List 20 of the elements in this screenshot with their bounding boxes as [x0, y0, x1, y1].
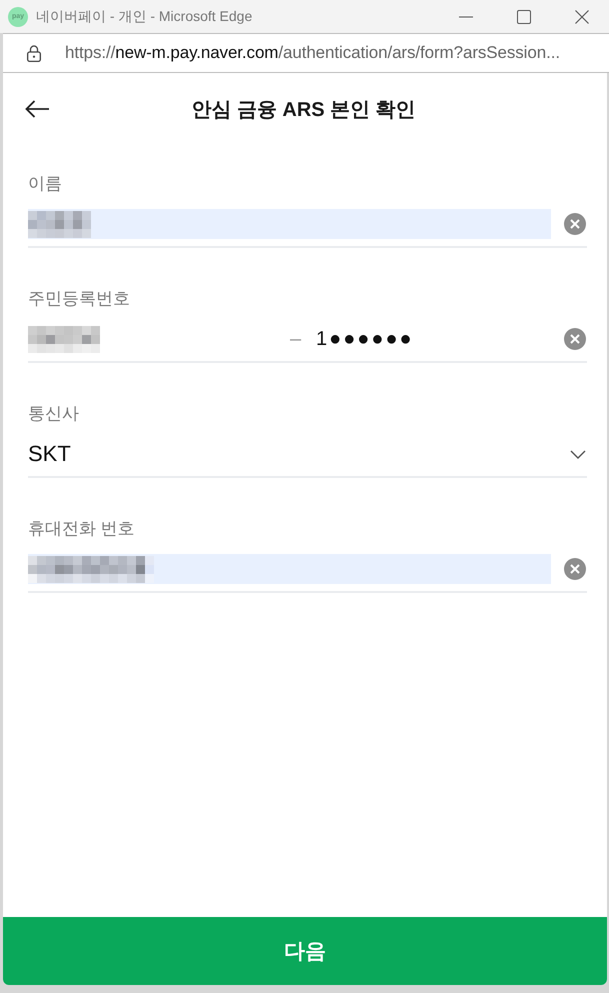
clear-icon[interactable] — [564, 558, 586, 580]
field-label: 통신사 — [28, 403, 79, 425]
input-field[interactable] — [28, 554, 551, 584]
close-icon[interactable] — [575, 10, 589, 24]
dash-separator: – — [290, 328, 302, 350]
carrier-select[interactable]: SKT — [28, 439, 587, 469]
page-title: 안심 금융 ARS 본인 확인 — [191, 98, 416, 123]
field-label: 이름 — [28, 173, 62, 195]
clear-icon[interactable] — [564, 328, 586, 350]
lock-icon[interactable] — [27, 44, 41, 62]
input-field[interactable] — [28, 209, 551, 239]
maximize-icon[interactable] — [517, 10, 531, 24]
field-label: 휴대전화 번호 — [28, 518, 135, 540]
back-arrow-icon[interactable] — [25, 100, 50, 118]
masked-digits[interactable]: 1●●●●●● — [316, 328, 414, 350]
field-label: 주민등록번호 — [28, 288, 130, 310]
minimize-icon[interactable] — [459, 16, 473, 18]
clear-icon[interactable] — [564, 213, 586, 235]
window-title: 네이버페이 - 개인 - Microsoft Edge — [36, 8, 252, 26]
chevron-down-icon — [570, 450, 586, 458]
